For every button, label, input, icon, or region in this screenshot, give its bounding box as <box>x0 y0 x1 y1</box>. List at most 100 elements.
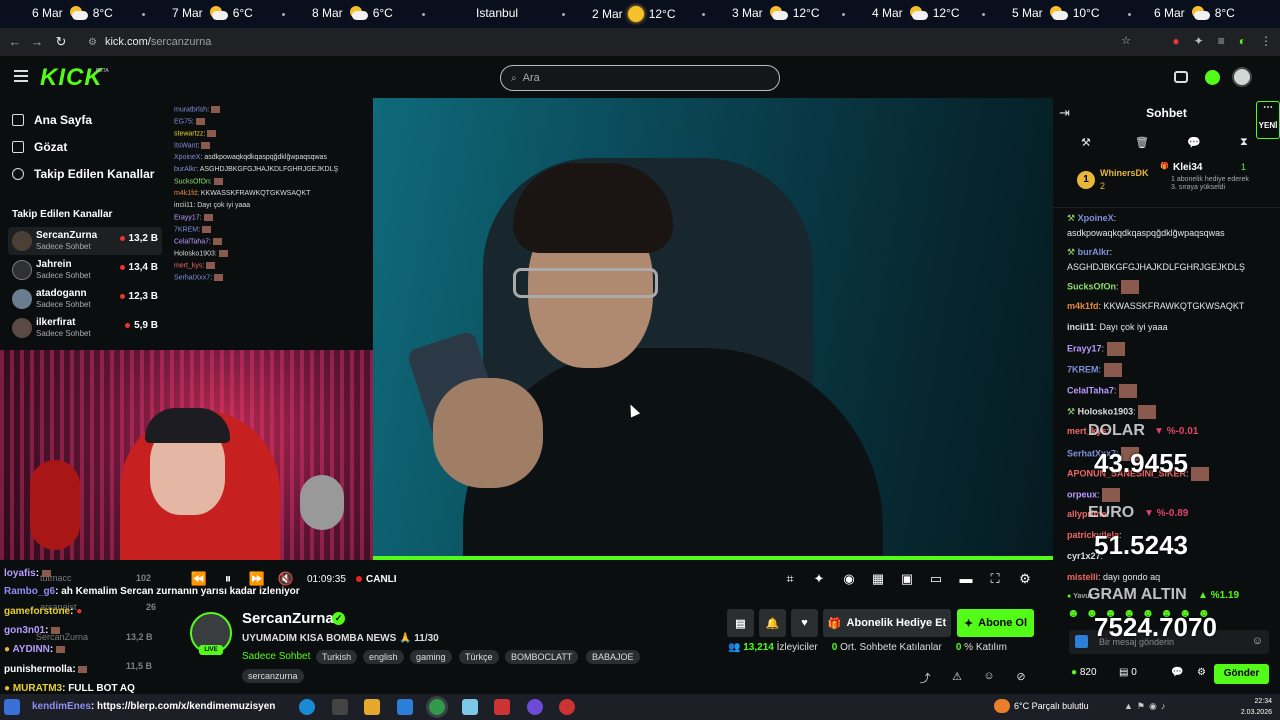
reload-icon[interactable]: ↻ <box>50 34 72 50</box>
stream-tag[interactable]: BOMBOCLATT <box>505 650 579 664</box>
follow-heart-button[interactable]: ♥ <box>791 609 818 637</box>
gifter-user[interactable]: Klei34 <box>1173 162 1202 173</box>
file-explorer-icon[interactable] <box>364 699 380 715</box>
sidebar-item-following[interactable]: Takip Edilen Kanallar <box>12 167 154 181</box>
stream-tag[interactable]: Türkçe <box>459 650 499 664</box>
theater-icon[interactable]: ▭ <box>927 571 945 589</box>
theater-mode-icon[interactable] <box>1174 71 1188 83</box>
trash-icon[interactable]: 🗑 <box>1135 136 1149 149</box>
live-progress-bar[interactable] <box>373 556 1053 560</box>
share-icon[interactable]: ⤴ <box>917 670 933 686</box>
notification-bell-button[interactable]: 🔔 <box>759 609 786 637</box>
chat-user[interactable]: SucksOfOn <box>1067 281 1116 291</box>
app-icon[interactable] <box>559 699 575 715</box>
search-icon: ⌕ <box>511 72 517 84</box>
search-input[interactable]: ⌕ Ara <box>500 65 780 91</box>
warning-icon[interactable]: ⚠ <box>949 670 965 686</box>
system-tray-icons[interactable]: ▲⚑◉♪ <box>1124 701 1169 712</box>
chat-settings-gear-icon[interactable]: ⚙ <box>1197 667 1206 678</box>
taskview-icon[interactable] <box>332 699 348 715</box>
stream-category[interactable]: Sadece Sohbet <box>242 651 310 662</box>
send-button[interactable]: Gönder <box>1214 664 1269 684</box>
chat-user[interactable]: CelalTaha7 <box>1067 385 1114 395</box>
leader-user[interactable]: WhinersDK <box>1100 168 1149 178</box>
report-button[interactable]: ▤ <box>727 609 754 637</box>
discord-icon[interactable] <box>527 699 543 715</box>
chat-app-icon[interactable] <box>1075 635 1088 648</box>
start-icon[interactable] <box>4 699 20 715</box>
menu-hamburger-icon[interactable] <box>14 70 28 82</box>
chat-user[interactable]: incii11 <box>1067 322 1095 332</box>
followed-channel[interactable]: SercanZurna Sadece Sohbet 13,2 B <box>8 227 162 255</box>
settings-gear-icon[interactable]: ⚙ <box>1016 571 1034 589</box>
back-icon[interactable]: ← <box>4 34 26 49</box>
forward-icon[interactable]: → <box>26 34 48 49</box>
chat-bubble-icon[interactable]: 💬 <box>1187 136 1201 149</box>
chat-user[interactable]: m4k1fd <box>1067 301 1099 311</box>
playlist-icon[interactable]: ≡ <box>1218 34 1225 48</box>
subscribe-button[interactable]: ✦ Abone Ol <box>957 609 1034 637</box>
fullscreen-icon[interactable]: ⛶ <box>986 571 1004 589</box>
outlook-icon[interactable] <box>397 699 413 715</box>
block-icon[interactable]: ⊘ <box>1013 670 1029 686</box>
overlay-chat-line: 7KREM: <box>174 226 212 233</box>
video-player[interactable] <box>373 98 1053 558</box>
extension-icon[interactable]: ● <box>1172 34 1179 48</box>
user-icon[interactable]: ☺ <box>981 670 997 686</box>
ticker-temp: 6°C <box>372 6 393 20</box>
chat-user[interactable]: 7KREM <box>1067 364 1099 374</box>
emote-icon[interactable]: ☻ <box>1067 606 1086 620</box>
ticker-date: 6 Mar <box>1154 6 1185 20</box>
stream-tag[interactable]: english <box>363 650 404 664</box>
taskbar-weather[interactable]: 6°C Parçalı bulutlu <box>1014 701 1089 711</box>
notepad-icon[interactable] <box>462 699 478 715</box>
quality-icon[interactable]: ◉ <box>840 571 858 589</box>
gift-subscription-button[interactable]: 🎁 Abonelik Hediye Et <box>823 609 951 637</box>
browser-menu-icon[interactable]: ⋮ <box>1260 34 1272 48</box>
address-bar[interactable]: ⚙ kick.com/sercanzurna ☆ <box>80 31 1175 53</box>
stream-tag[interactable]: sercanzurna <box>242 669 304 683</box>
chat-user[interactable]: Holosko1903 <box>1078 406 1134 416</box>
edge-icon[interactable] <box>299 699 315 715</box>
chat-user[interactable]: orpeux <box>1067 489 1097 499</box>
chat-user[interactable]: burAlkr <box>1078 247 1110 257</box>
sparkle-icon[interactable]: ✦ <box>810 571 828 589</box>
sidebar-item-home[interactable]: Ana Sayfa <box>12 113 92 127</box>
kick-points-icon[interactable] <box>1205 70 1220 85</box>
stream-tag[interactable]: gaming <box>410 650 452 664</box>
ticker-date: 5 Mar <box>1012 6 1043 20</box>
extensions-puzzle-icon[interactable]: ✦ <box>1194 34 1204 48</box>
ticker-temp: 6°C <box>232 6 253 20</box>
chat-user[interactable]: Erayy17 <box>1067 343 1102 353</box>
voicemeeter-icon[interactable] <box>494 699 510 715</box>
channel-name[interactable]: SercanZurna <box>242 610 334 627</box>
stream-tag[interactable]: BABAJOE <box>586 650 640 664</box>
followed-channel[interactable]: Jahrein Sadece Sohbet 13,4 B <box>8 256 162 284</box>
hourglass-icon[interactable]: ⧗ <box>1240 136 1248 149</box>
taskbar-clock[interactable]: 22:34 2.03.2026 <box>1241 696 1272 718</box>
emoji-picker-icon[interactable]: ☺ <box>1252 635 1263 647</box>
bookmark-star-icon[interactable]: ☆ <box>1121 34 1131 47</box>
kick-logo[interactable]: KICK <box>40 64 103 92</box>
stream-tag[interactable]: Turkish <box>316 650 358 664</box>
user-avatar[interactable] <box>1232 67 1252 87</box>
chat-user[interactable]: XpoineX <box>1078 213 1114 223</box>
stats-icon[interactable]: ▦ <box>869 571 887 589</box>
followed-channel[interactable]: ilkerfirat Sadece Sohbet 5,9 B <box>8 314 162 342</box>
profile-icon[interactable]: ◐ <box>1239 34 1246 48</box>
overlay-chat-line: SerhatXxx7: <box>174 274 224 281</box>
clip-icon[interactable]: ⌗ <box>781 571 799 589</box>
wide-icon[interactable]: ▬ <box>957 571 975 589</box>
chrome-icon[interactable] <box>429 699 445 715</box>
followed-channel[interactable]: atadogann Sadece Sohbet 12,3 B <box>8 285 162 313</box>
points-stat[interactable]: ● 820 <box>1071 667 1097 678</box>
chat-user[interactable]: mistelli <box>1067 572 1098 582</box>
pip-icon[interactable]: ▣ <box>898 571 916 589</box>
chat-bubble-icon[interactable]: 💬 <box>1171 667 1183 678</box>
sidebar-item-browse[interactable]: Gözat <box>12 140 67 154</box>
chat-text: : ah Kemalim Sercan zurnanın yarısı kada… <box>55 586 300 597</box>
browse-icon <box>12 141 24 153</box>
weather-icon[interactable] <box>994 699 1010 713</box>
site-info-icon[interactable]: ⚙ <box>88 37 97 48</box>
mod-hammer-icon[interactable]: ⚒ <box>1081 136 1091 149</box>
